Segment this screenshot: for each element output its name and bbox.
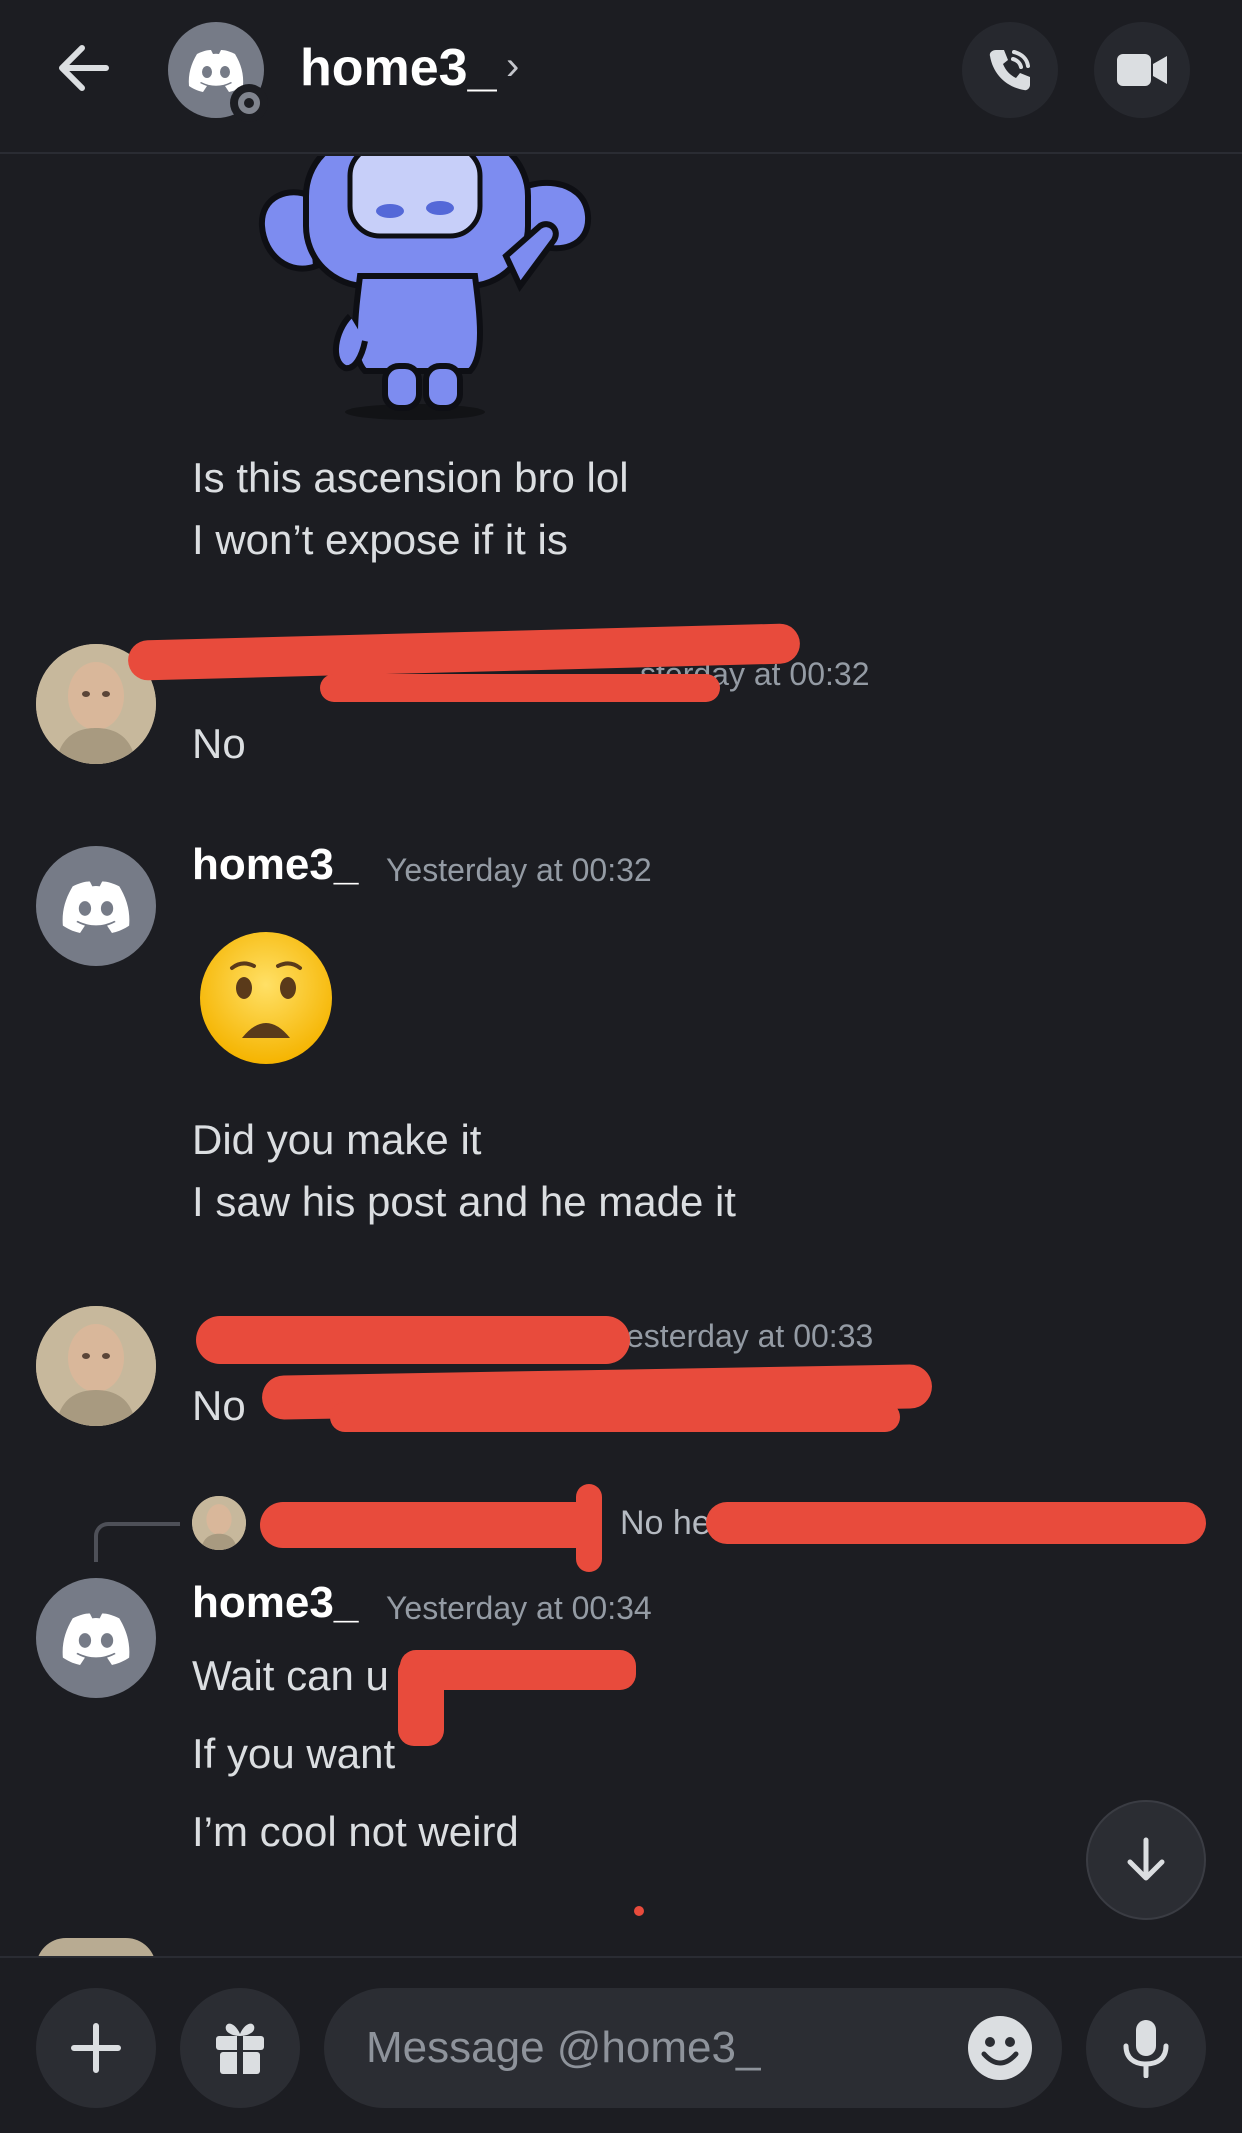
frowning-face-emoji (200, 932, 332, 1064)
video-call-button[interactable] (1094, 22, 1190, 118)
redaction-mark (576, 1484, 602, 1572)
message-username[interactable]: home3_ (192, 840, 358, 890)
offline-status-indicator (230, 84, 268, 122)
wumpus-sticker (258, 156, 592, 420)
video-camera-icon (1117, 54, 1167, 86)
voice-call-button[interactable] (962, 22, 1058, 118)
header-avatar[interactable] (168, 22, 268, 122)
user-avatar[interactable] (36, 846, 156, 966)
profile-photo (192, 1496, 246, 1550)
plus-icon (71, 2023, 121, 2073)
message-line[interactable]: I’m cool not weird (192, 1800, 519, 1864)
chevron-right-icon[interactable]: › (506, 44, 519, 89)
discord-logo-icon (62, 1613, 130, 1665)
message-timestamp: Yesterday at 00:32 (386, 852, 652, 888)
message-line[interactable]: I saw his post and he made it (192, 1170, 736, 1234)
gift-button[interactable] (180, 1988, 300, 2108)
user-avatar[interactable] (36, 1578, 156, 1698)
redaction-mark (320, 674, 720, 702)
redaction-mark (634, 1906, 644, 1916)
jump-to-bottom-button[interactable] (1086, 1800, 1206, 1920)
message-line[interactable]: If you want (192, 1722, 395, 1786)
reply-avatar (192, 1496, 246, 1550)
user-avatar[interactable] (36, 1938, 156, 1956)
back-arrow-icon (59, 45, 109, 91)
message-timestamp: esterday at 00:33 (626, 1318, 874, 1354)
message-text[interactable]: No (192, 712, 246, 776)
message-composer (0, 1956, 1242, 2133)
emoji-picker-icon[interactable] (966, 2014, 1034, 2082)
message-username[interactable]: home3_ (192, 1578, 358, 1628)
chat-header: home3_ › (0, 0, 1242, 154)
gift-icon (216, 2023, 264, 2074)
redaction-mark (260, 1502, 600, 1548)
attach-button[interactable] (36, 1988, 156, 2108)
redaction-mark (398, 1656, 444, 1746)
message-input[interactable] (324, 1988, 1062, 2108)
message-line[interactable]: Is this ascension bro lol (192, 446, 629, 510)
microphone-icon (1123, 2020, 1169, 2078)
message-list[interactable]: Is this ascension bro lol I won’t expose… (0, 156, 1242, 1956)
message-line[interactable]: Wait can u (192, 1644, 389, 1708)
message-line[interactable]: I won’t expose if it is (192, 508, 568, 572)
discord-logo-icon (62, 881, 130, 933)
message-timestamp: Yesterday at 00:34 (386, 1590, 652, 1626)
message-text[interactable]: No (192, 1374, 246, 1438)
profile-photo (36, 1306, 156, 1426)
reply-connector (94, 1522, 180, 1562)
user-avatar[interactable] (36, 1306, 156, 1426)
discord-logo-icon (188, 50, 244, 92)
message-line[interactable]: Did you make it (192, 1108, 481, 1172)
redaction-mark (706, 1502, 1206, 1544)
voice-message-button[interactable] (1086, 1988, 1206, 2108)
reply-preview-text[interactable]: No he (620, 1504, 711, 1543)
phone-icon (989, 50, 1030, 91)
header-username[interactable]: home3_ (300, 38, 497, 98)
redaction-mark (330, 1402, 900, 1432)
arrow-down-icon (1127, 1837, 1165, 1881)
back-button[interactable] (52, 36, 116, 100)
redaction-mark (196, 1316, 630, 1364)
